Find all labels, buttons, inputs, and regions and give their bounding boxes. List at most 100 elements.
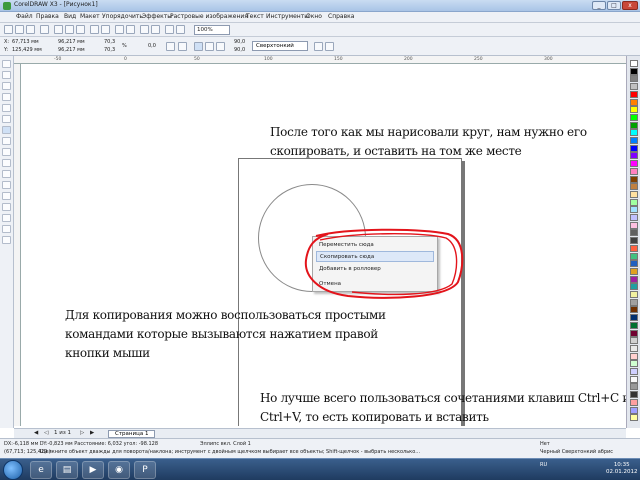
pick-tool-icon[interactable] (2, 60, 11, 68)
menu-view[interactable]: Вид (64, 13, 76, 20)
interactive-blend-tool-icon[interactable] (2, 192, 11, 200)
ellipse-mode-icon[interactable] (194, 42, 203, 51)
menu-file[interactable]: Файл (16, 13, 33, 20)
file-explorer-icon[interactable]: ▤ (56, 461, 78, 479)
y-position-field[interactable]: 125,429 мм (12, 47, 42, 53)
palette-swatch[interactable] (630, 175, 638, 183)
crop-tool-icon[interactable] (2, 82, 11, 90)
scale-x-field[interactable]: 70,3 (104, 39, 115, 45)
lock-ratio-icon[interactable]: % (122, 43, 127, 49)
palette-swatch[interactable] (630, 121, 638, 129)
first-page-button[interactable]: ◀ (34, 430, 38, 436)
eyedropper-tool-icon[interactable] (2, 203, 11, 211)
palette-swatch[interactable] (630, 229, 638, 237)
menu-effects[interactable]: Эффекты (142, 13, 172, 20)
mirror-vertical-icon[interactable] (178, 42, 187, 51)
palette-swatch[interactable] (630, 398, 638, 406)
palette-swatch[interactable] (630, 190, 638, 198)
menu-help[interactable]: Справка (328, 13, 354, 20)
palette-swatch[interactable] (630, 260, 638, 268)
palette-swatch[interactable] (630, 275, 638, 283)
polygon-tool-icon[interactable] (2, 148, 11, 156)
table-tool-icon[interactable] (2, 181, 11, 189)
palette-swatch[interactable] (630, 206, 638, 214)
palette-swatch[interactable] (630, 152, 638, 160)
shape-tool-icon[interactable] (2, 71, 11, 79)
corel-online-icon[interactable] (151, 25, 160, 34)
palette-swatch[interactable] (630, 414, 638, 422)
menu-tools[interactable]: Инструменты (266, 13, 309, 20)
arc-mode-icon[interactable] (216, 42, 225, 51)
palette-swatch[interactable] (630, 344, 638, 352)
application-launcher-icon[interactable] (140, 25, 149, 34)
menu-arrange[interactable]: Упорядочить (102, 13, 143, 20)
last-page-button[interactable]: ▶ (90, 430, 94, 436)
open-icon[interactable] (15, 25, 24, 34)
end-angle-field[interactable]: 90,0 (234, 47, 245, 53)
palette-swatch[interactable] (630, 244, 638, 252)
drawing-canvas[interactable]: Переместить сюда Скопировать сюда Добави… (22, 64, 626, 426)
palette-swatch[interactable] (630, 75, 638, 83)
language-indicator[interactable]: RU (540, 462, 547, 468)
mirror-horizontal-icon[interactable] (166, 42, 175, 51)
width-field[interactable]: 96,217 мм (58, 39, 85, 45)
scale-y-field[interactable]: 70,3 (104, 47, 115, 53)
menu-edit[interactable]: Правка (36, 13, 59, 20)
palette-swatch[interactable] (630, 221, 638, 229)
save-icon[interactable] (26, 25, 35, 34)
palette-swatch[interactable] (630, 291, 638, 298)
palette-swatch[interactable] (630, 360, 638, 368)
palette-swatch[interactable] (630, 198, 638, 206)
export-icon[interactable] (126, 25, 135, 34)
palette-swatch[interactable] (630, 306, 638, 314)
zoom-in-icon[interactable] (165, 25, 174, 34)
cut-icon[interactable] (54, 25, 63, 34)
interactive-fill-tool-icon[interactable] (2, 236, 11, 244)
menu-window[interactable]: Окно (306, 13, 322, 20)
palette-swatch[interactable] (630, 237, 638, 245)
import-icon[interactable] (115, 25, 124, 34)
internet-explorer-icon[interactable]: e (30, 461, 52, 479)
palette-swatch[interactable] (630, 352, 638, 360)
rotation-angle-field[interactable]: 0,0 (148, 43, 156, 49)
close-button[interactable]: x (622, 1, 638, 10)
redo-icon[interactable] (101, 25, 110, 34)
palette-swatch[interactable] (630, 160, 638, 168)
pie-mode-icon[interactable] (205, 42, 214, 51)
palette-swatch[interactable] (630, 67, 638, 75)
palette-swatch[interactable] (630, 314, 638, 322)
palette-swatch[interactable] (630, 98, 638, 106)
minimize-button[interactable]: _ (592, 1, 606, 10)
palette-swatch[interactable] (630, 375, 638, 383)
convert-to-curves-icon[interactable] (314, 42, 323, 51)
palette-swatch[interactable] (630, 252, 638, 260)
menu-layout[interactable]: Макет (80, 13, 100, 20)
freehand-tool-icon[interactable] (2, 104, 11, 112)
outline-width-select[interactable]: Сверхтонкий (252, 41, 308, 51)
palette-swatch[interactable] (630, 90, 638, 98)
horizontal-ruler[interactable]: -50 0 50 100 150 200 250 300 (14, 56, 626, 64)
height-field[interactable]: 96,217 мм (58, 47, 85, 53)
wrap-text-icon[interactable] (325, 42, 334, 51)
maximize-button[interactable]: □ (607, 1, 621, 10)
paste-icon[interactable] (76, 25, 85, 34)
palette-swatch[interactable] (630, 144, 638, 152)
palette-swatch[interactable] (630, 60, 638, 67)
palette-swatch[interactable] (630, 298, 638, 306)
menu-bitmaps[interactable]: Растровые изображения (170, 13, 248, 20)
system-clock[interactable]: 10:35 02.01.2012 (606, 462, 638, 476)
palette-swatch[interactable] (630, 368, 638, 375)
media-player-icon[interactable]: ▶ (82, 461, 104, 479)
smart-fill-tool-icon[interactable] (2, 115, 11, 123)
x-position-field[interactable]: 67,713 мм (12, 39, 39, 45)
start-button[interactable] (3, 460, 23, 480)
palette-swatch[interactable] (630, 167, 638, 175)
vertical-ruler[interactable] (14, 64, 21, 426)
palette-swatch[interactable] (630, 267, 638, 275)
palette-swatch[interactable] (630, 337, 638, 345)
palette-swatch[interactable] (630, 283, 638, 291)
copy-icon[interactable] (65, 25, 74, 34)
menu-text[interactable]: Текст (246, 13, 264, 20)
page-tab[interactable]: Страница 1 (108, 430, 156, 438)
zoom-tool-icon[interactable] (2, 93, 11, 101)
